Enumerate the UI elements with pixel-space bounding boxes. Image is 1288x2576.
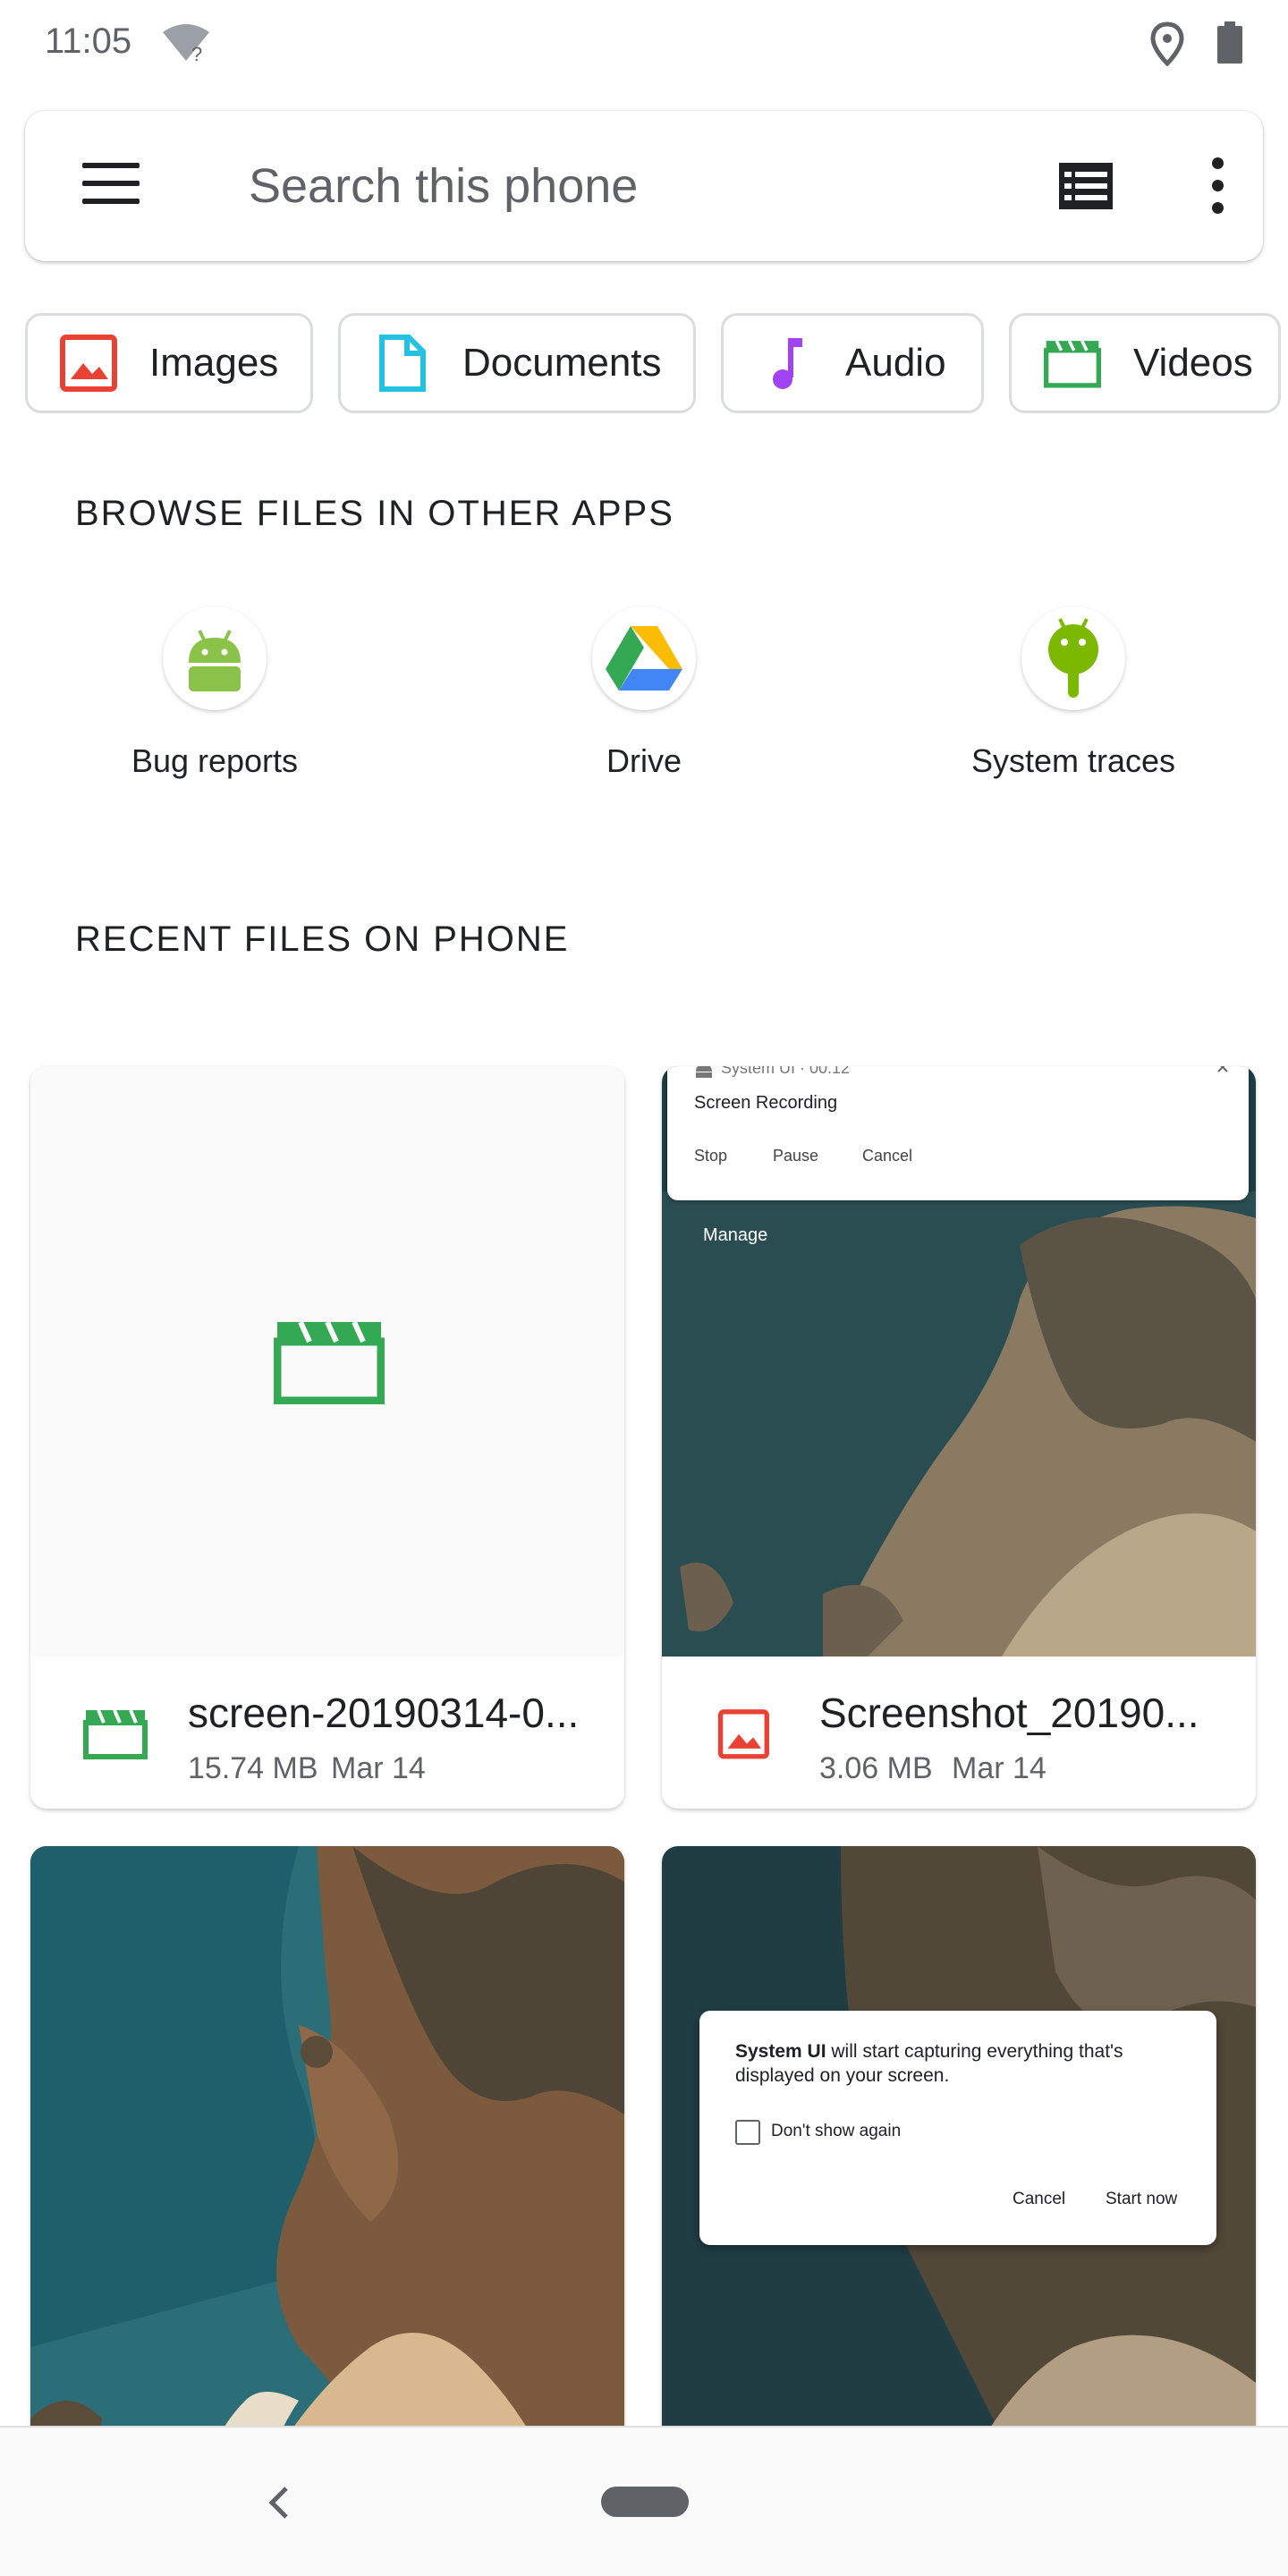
app-bug-reports[interactable]: Bug reports [80,601,349,798]
recording-notification: System UI · 00:12 Screen Recording Stop … [667,1066,1249,1200]
dialog-app-name: System UI [735,2041,826,2062]
recent-section-title: RECENT FILES ON PHONE [75,919,570,959]
app-drive-label: Drive [606,742,682,779]
chip-videos-label: Videos [1133,341,1253,385]
notification-pause: Pause [773,1147,819,1165]
home-pill[interactable] [601,2487,689,2517]
notification-app: System UI · 00:12 [721,1066,851,1077]
file-size: 3.06 MB [819,1751,933,1785]
chip-documents[interactable]: Documents [338,313,696,413]
app-drive[interactable]: Drive [510,601,778,798]
android-traces-icon [1048,618,1098,698]
search-input[interactable] [249,150,964,222]
video-clapper-icon [1044,340,1101,388]
list-view-icon[interactable] [1057,161,1114,211]
video-type-icon [83,1709,148,1759]
screen-capture-dialog: System UI will start capturing everythin… [699,2011,1216,2245]
chip-audio-label: Audio [845,341,946,385]
file-card-screenshot[interactable]: System UI · 00:12 Screen Recording Stop … [662,1066,1256,1809]
file-name: screen-20190314-0... [188,1690,580,1736]
back-icon[interactable] [259,2481,299,2524]
battery-icon [1217,21,1242,64]
hamburger-menu-icon[interactable] [82,163,140,209]
video-clapper-icon [274,1320,385,1404]
location-icon [1150,21,1184,66]
dialog-start-label: Start now [1106,2190,1178,2208]
wifi-unknown-icon: ? [163,24,209,64]
file-name: Screenshot_20190... [819,1690,1199,1736]
more-options-icon[interactable] [1204,157,1231,215]
image-icon [60,335,117,392]
notification-title: Screen Recording [694,1093,838,1113]
navigation-bar [0,2426,1288,2576]
app-bug-reports-label: Bug reports [131,742,299,779]
document-icon [379,335,426,392]
audio-note-icon [773,338,802,389]
notification-cancel: Cancel [862,1147,913,1165]
google-drive-icon [606,626,682,691]
svg-text:?: ? [191,43,202,64]
chip-audio[interactable]: Audio [721,313,984,413]
file-date: Mar 14 [952,1751,1046,1785]
chip-videos[interactable]: Videos [1009,313,1281,413]
image-type-icon [717,1709,769,1759]
file-card-dialog[interactable]: System UI will start capturing everythin… [662,1846,1256,2508]
app-system-traces[interactable]: System traces [939,601,1208,798]
file-date: Mar 14 [331,1751,426,1785]
video-preview [30,1066,624,1657]
app-system-traces-label: System traces [970,742,1176,779]
close-icon [1217,1066,1228,1072]
file-card-video[interactable]: screen-20190314-0... 15.74 MB Mar 14 [30,1066,624,1809]
coast-aerial-image [30,1846,624,2508]
status-time: 11:05 [45,21,132,61]
chip-documents-label: Documents [462,341,662,385]
android-icon [189,630,241,691]
file-size: 15.74 MB [188,1751,318,1785]
dont-show-checkbox [735,2120,760,2145]
status-bar: 11:05 ? [0,0,1288,86]
dialog-cancel-label: Cancel [1013,2190,1066,2208]
chip-images-label: Images [149,341,279,385]
dialog-message: System UI will start capturing everythin… [735,2039,1191,2088]
browse-section-title: BROWSE FILES IN OTHER APPS [75,494,674,533]
manage-label: Manage [703,1225,768,1245]
search-bar [25,111,1263,261]
file-card-photo[interactable] [30,1846,624,2508]
chip-images[interactable]: Images [25,313,313,413]
screenshot-preview: System UI · 00:12 Screen Recording Stop … [662,1066,1256,1657]
dont-show-label: Don't show again [771,2122,902,2140]
android-small-icon [696,1066,712,1078]
notification-stop: Stop [694,1147,728,1165]
